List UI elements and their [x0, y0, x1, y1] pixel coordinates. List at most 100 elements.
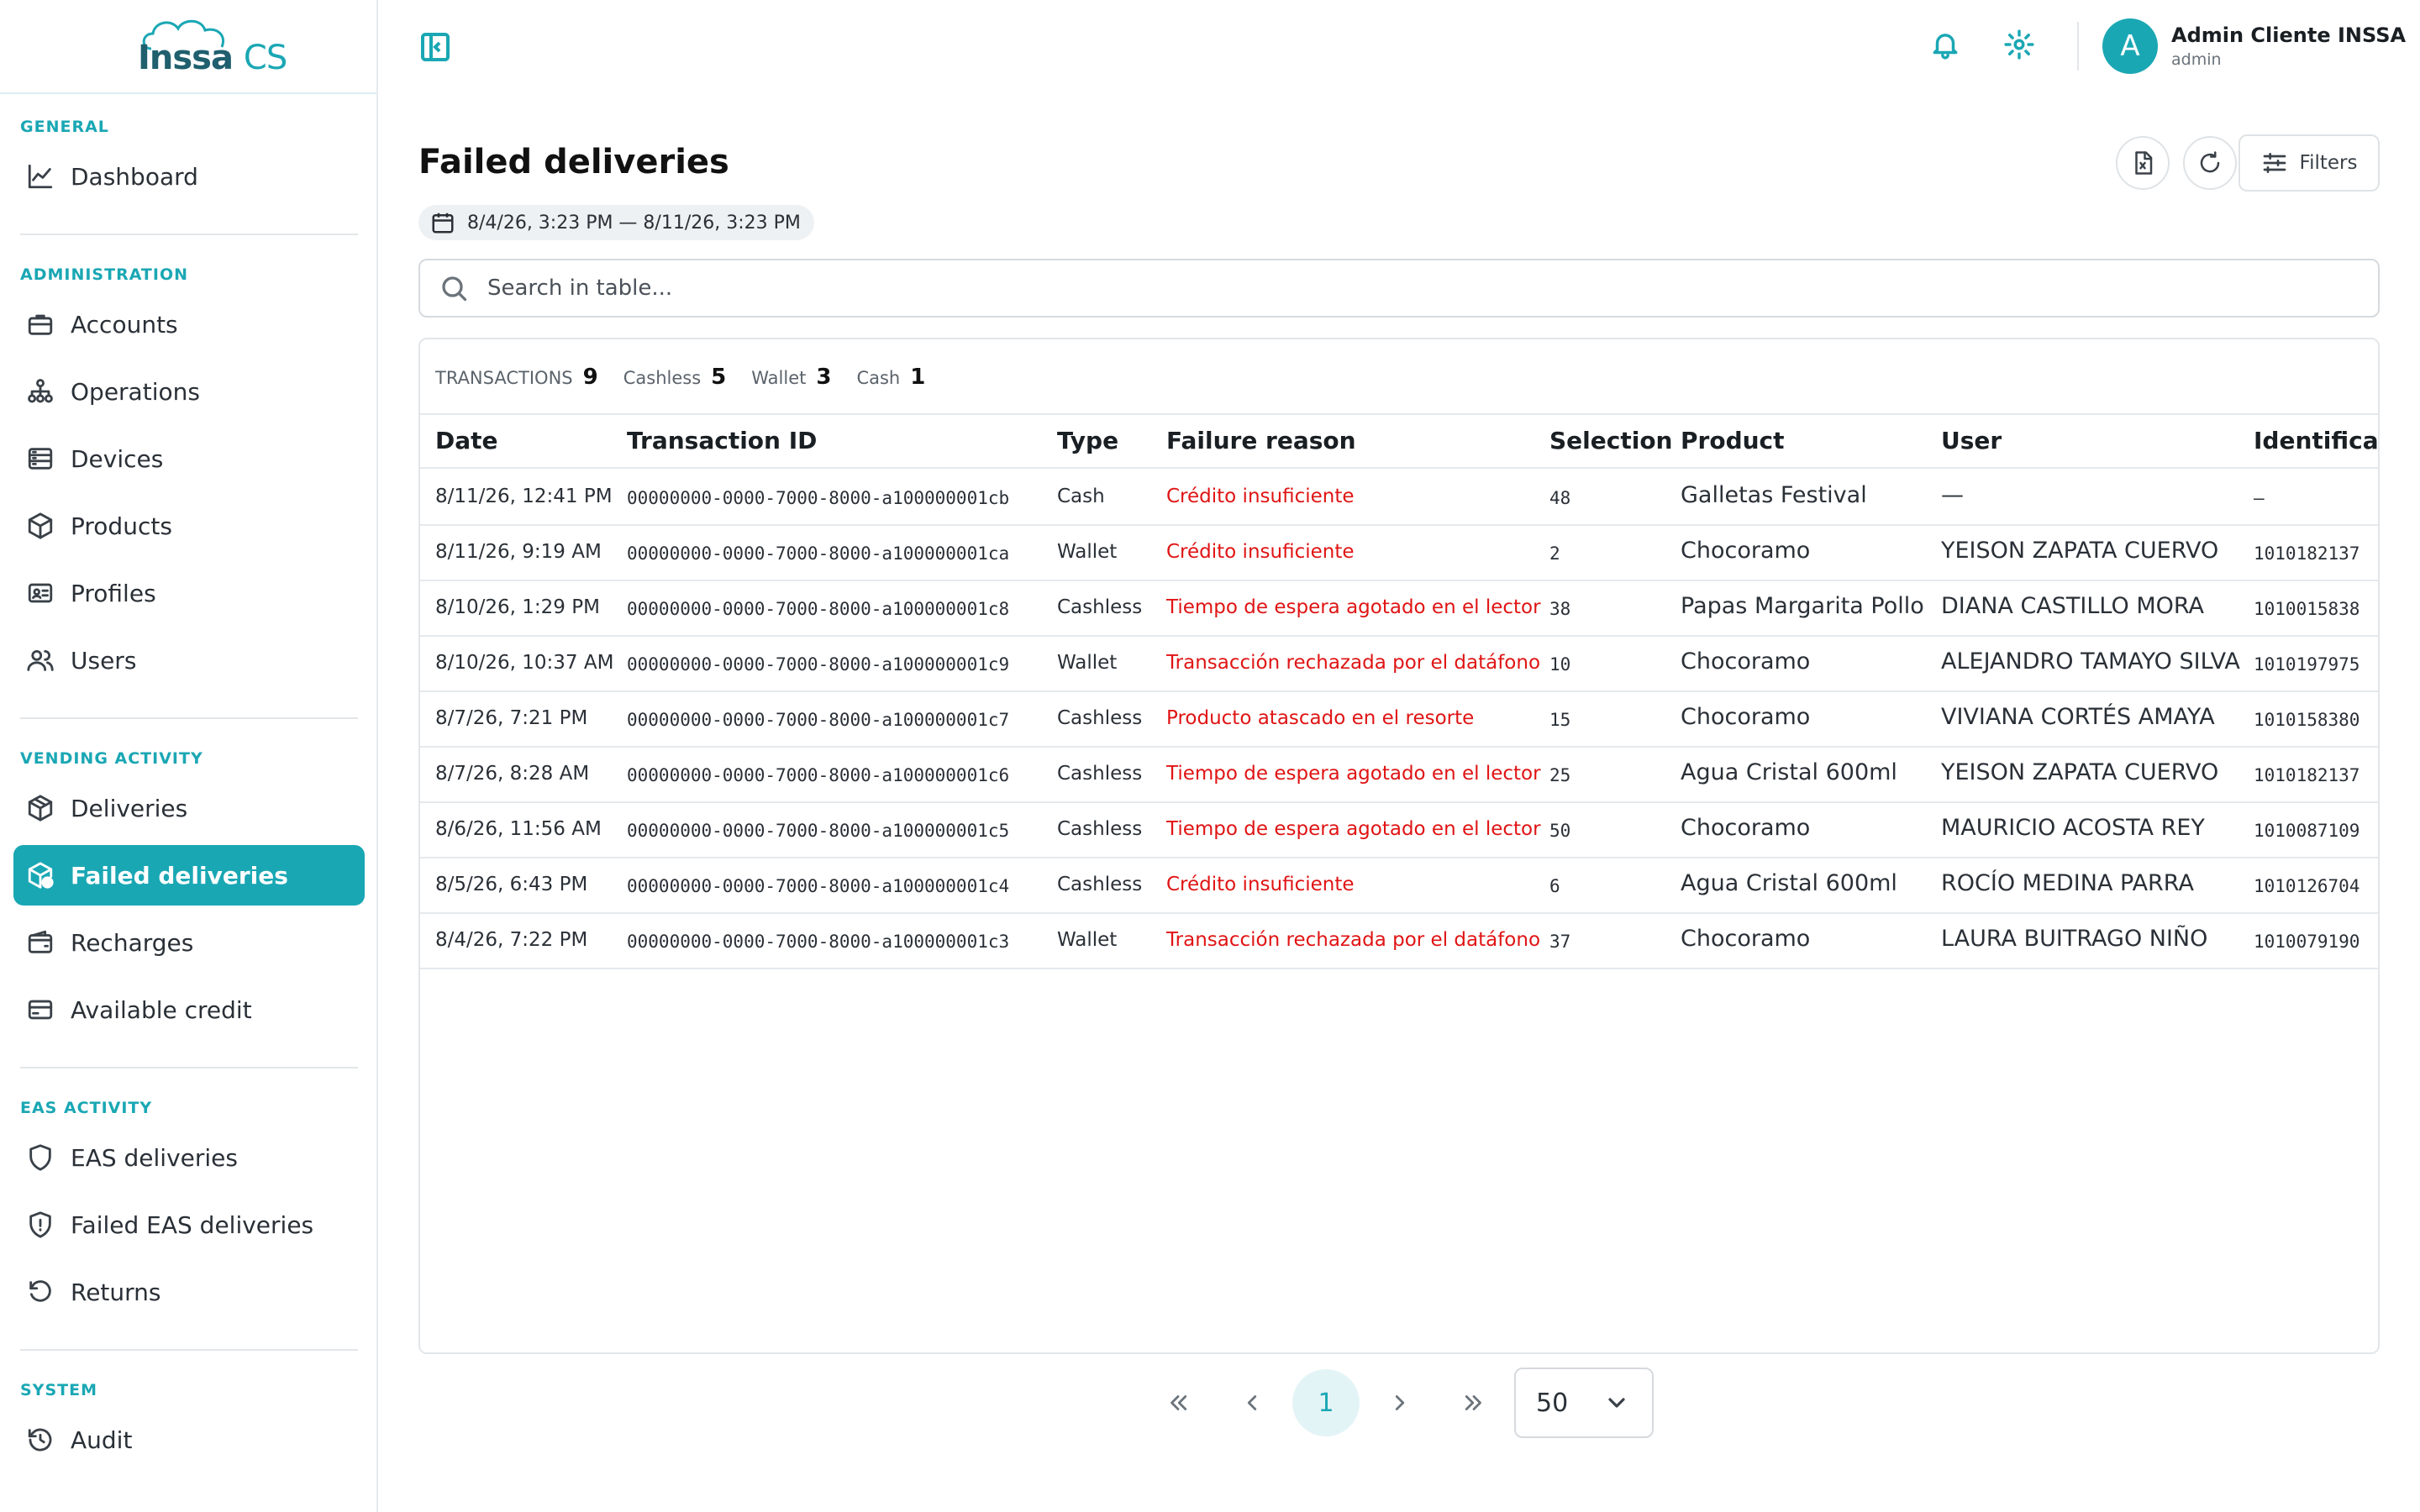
sidebar-item-devices[interactable]: Devices	[13, 428, 365, 489]
logo-wordmark: Inssa CS	[138, 39, 287, 77]
sidebar-item-accounts[interactable]: Accounts	[13, 294, 365, 354]
stat-label-wallet: Wallet	[751, 368, 807, 388]
cell-identification: 1010087109	[2254, 821, 2360, 841]
cell-date: 8/10/26, 10:37 AM	[435, 652, 614, 674]
date-range-chip[interactable]: 8/4/26, 3:23 PM — 8/11/26, 3:23 PM	[418, 205, 814, 240]
cell-selection: 2	[1549, 543, 1560, 564]
cell-identification: 1010158380	[2254, 710, 2360, 730]
cell-date: 8/5/26, 6:43 PM	[435, 874, 588, 895]
topbar-divider	[2077, 22, 2079, 71]
sidebar-item-label: Profiles	[71, 579, 156, 607]
column-header-user[interactable]: User	[1941, 427, 2002, 454]
export-excel-button[interactable]	[2116, 136, 2170, 190]
column-header-type[interactable]: Type	[1057, 427, 1118, 454]
cell-transaction-id: 00000000-0000-7000-8000-a100000001c6	[627, 765, 1010, 785]
table-row[interactable]: 8/4/26, 7:22 PM 00000000-0000-7000-8000-a…	[420, 914, 2378, 969]
table-row[interactable]: 8/10/26, 1:29 PM 00000000-0000-7000-8000-…	[420, 581, 2378, 637]
table-row[interactable]: 8/11/26, 12:41 PM 00000000-0000-7000-8000…	[420, 470, 2378, 526]
sidebar-item-available-credit[interactable]: Available credit	[13, 979, 365, 1040]
sidebar-item-label: Available credit	[71, 995, 252, 1024]
sidebar-item-label: Users	[71, 646, 137, 675]
table-card: TRANSACTIONS 9 Cashless 5 Wallet 3 Cash …	[418, 338, 2380, 1354]
cell-product: Agua Cristal 600ml	[1681, 759, 1897, 785]
rotate-ccw-icon	[25, 1277, 55, 1307]
filters-button[interactable]: Filters	[2238, 134, 2380, 192]
column-header-identification[interactable]: Identification	[2254, 427, 2378, 454]
sidebar-item-deliveries[interactable]: Deliveries	[13, 778, 365, 838]
cell-product: Agua Cristal 600ml	[1681, 870, 1897, 896]
sliders-icon	[2263, 153, 2286, 173]
cell-selection: 10	[1549, 654, 1571, 675]
search-input[interactable]	[487, 276, 2336, 301]
first-page-button[interactable]	[1144, 1369, 1212, 1436]
sidebar-item-label: Audit	[71, 1425, 133, 1454]
table-row[interactable]: 8/7/26, 7:21 PM 00000000-0000-7000-8000-a…	[420, 692, 2378, 748]
cell-type: Cashless	[1057, 763, 1143, 785]
column-header-transaction-id[interactable]: Transaction ID	[627, 427, 817, 454]
table-row[interactable]: 8/10/26, 10:37 AM 00000000-0000-7000-8000…	[420, 637, 2378, 692]
sidebar: Inssa CS GENERAL Dashboard ADMINISTRATIO…	[0, 0, 378, 1512]
sidebar-item-failed-eas-deliveries[interactable]: Failed EAS deliveries	[13, 1194, 365, 1255]
column-header-product[interactable]: Product	[1681, 427, 1785, 454]
current-page-button[interactable]: 1	[1292, 1369, 1360, 1436]
cell-user: LAURA BUITRAGO NIÑO	[1941, 926, 2208, 952]
column-header-date[interactable]: Date	[435, 427, 498, 454]
sidebar-item-products[interactable]: Products	[13, 496, 365, 556]
cell-identification: 1010126704	[2254, 876, 2360, 896]
cell-failure-reason: Transacción rechazada por el datáfono	[1166, 929, 1541, 951]
cell-type: Cash	[1057, 486, 1105, 507]
sidebar-item-operations[interactable]: Operations	[13, 361, 365, 422]
sidebar-divider	[20, 717, 358, 719]
cell-user: YEISON ZAPATA CUERVO	[1941, 538, 2219, 564]
notifications-button[interactable]	[1929, 29, 1963, 62]
cell-type: Cashless	[1057, 818, 1143, 840]
shield-icon	[25, 1142, 55, 1173]
gear-icon	[2004, 29, 2034, 60]
cell-date: 8/6/26, 11:56 AM	[435, 818, 602, 840]
sidebar-divider	[20, 1067, 358, 1068]
cell-date: 8/7/26, 7:21 PM	[435, 707, 588, 729]
cell-type: Wallet	[1057, 541, 1118, 563]
app-logo[interactable]: Inssa CS	[0, 0, 378, 94]
cell-type: Wallet	[1057, 652, 1118, 674]
sidebar-item-dashboard[interactable]: Dashboard	[13, 146, 365, 207]
cell-selection: 15	[1549, 710, 1571, 730]
page-size-select[interactable]: 50	[1514, 1368, 1654, 1438]
sidebar-item-audit[interactable]: Audit	[13, 1410, 365, 1470]
settings-button[interactable]	[2003, 29, 2037, 62]
refresh-button[interactable]	[2183, 136, 2237, 190]
next-page-button[interactable]	[1366, 1369, 1434, 1436]
stat-label-transactions: TRANSACTIONS	[435, 368, 573, 388]
sidebar-item-label: Devices	[71, 444, 164, 473]
sidebar-item-label: Accounts	[71, 310, 178, 339]
cell-date: 8/4/26, 7:22 PM	[435, 929, 588, 951]
sidebar-item-label: Failed deliveries	[71, 861, 288, 890]
column-header-selection[interactable]: Selection	[1549, 427, 1673, 454]
sidebar-item-returns[interactable]: Returns	[13, 1262, 365, 1322]
sidebar-item-label: Dashboard	[71, 162, 198, 191]
table-row[interactable]: 8/7/26, 8:28 AM 00000000-0000-7000-8000-a…	[420, 748, 2378, 803]
avatar[interactable]: A	[2102, 18, 2158, 74]
refresh-icon	[2200, 151, 2220, 173]
cell-transaction-id: 00000000-0000-7000-8000-a100000001c7	[627, 710, 1010, 730]
cell-identification: 1010182137	[2254, 765, 2360, 785]
cell-user: MAURICIO ACOSTA REY	[1941, 815, 2205, 841]
table-row[interactable]: 8/11/26, 9:19 AM 00000000-0000-7000-8000-…	[420, 526, 2378, 581]
cell-type: Cashless	[1057, 874, 1143, 895]
previous-page-button[interactable]	[1218, 1369, 1286, 1436]
sidebar-toggle-button[interactable]	[418, 30, 452, 64]
sidebar-item-users[interactable]: Users	[13, 630, 365, 690]
sidebar-item-recharges[interactable]: Recharges	[13, 912, 365, 973]
cell-type: Cashless	[1057, 596, 1143, 618]
sidebar-item-failed-deliveries[interactable]: Failed deliveries	[13, 845, 365, 906]
last-page-button[interactable]	[1440, 1369, 1507, 1436]
sidebar-item-eas-deliveries[interactable]: EAS deliveries	[13, 1127, 365, 1188]
table-row[interactable]: 8/6/26, 11:56 AM 00000000-0000-7000-8000-…	[420, 803, 2378, 858]
briefcase-icon	[25, 309, 55, 339]
sidebar-item-profiles[interactable]: Profiles	[13, 563, 365, 623]
column-header-failure-reason[interactable]: Failure reason	[1166, 427, 1356, 454]
table-row[interactable]: 8/5/26, 6:43 PM 00000000-0000-7000-8000-a…	[420, 858, 2378, 914]
cell-user: VIVIANA CORTÉS AMAYA	[1941, 704, 2215, 730]
cell-failure-reason: Tiempo de espera agotado en el lector	[1166, 763, 1541, 785]
search-box[interactable]	[418, 259, 2380, 318]
